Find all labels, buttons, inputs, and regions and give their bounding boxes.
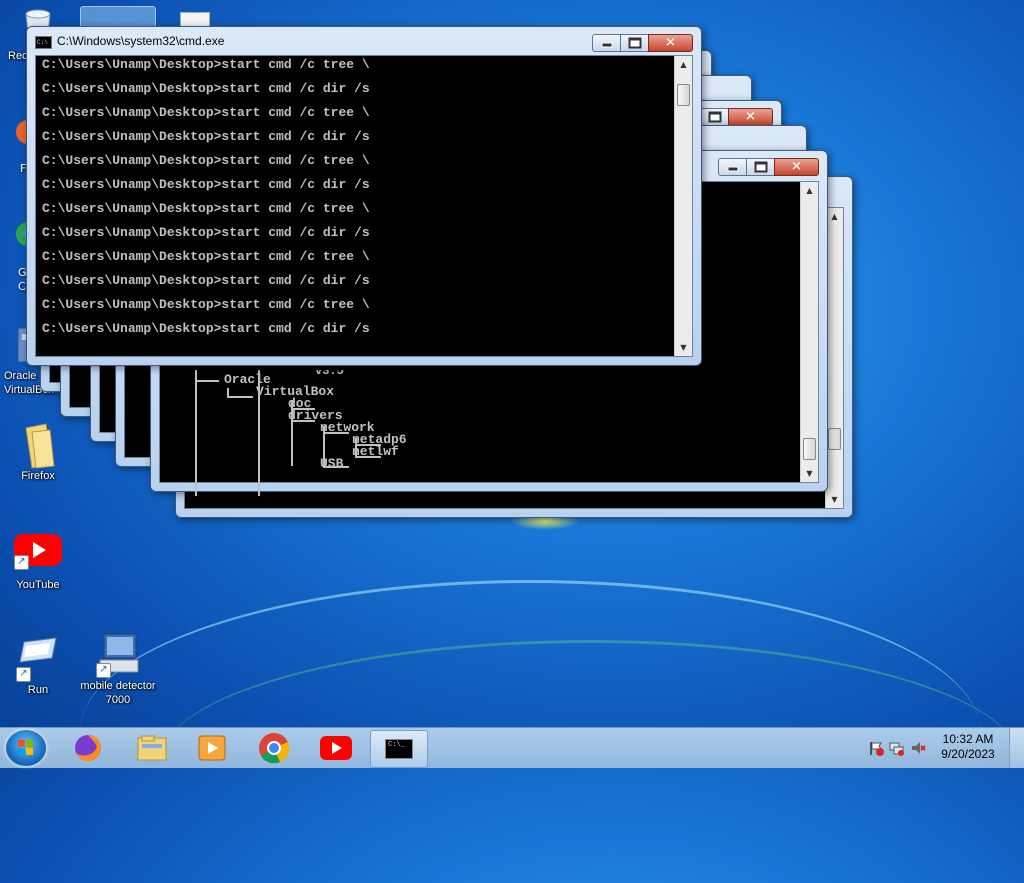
youtube-icon: ↗ — [14, 532, 62, 570]
minimize-button[interactable] — [592, 34, 621, 52]
console-line: C:\Users\Unamp\Desktop>start cmd /c dir … — [42, 273, 370, 288]
tree-item-netlwf: netlwf — [352, 444, 399, 459]
console-line: C:\Users\Unamp\Desktop>start cmd /c dir … — [42, 81, 370, 96]
console-line: C:\Users\Unamp\Desktop>start cmd /c dir … — [42, 177, 370, 192]
console-line: C:\Users\Unamp\Desktop>start cmd /c tree… — [42, 105, 370, 120]
mobile-detector-icon: ↗ — [96, 632, 140, 678]
taskbar-firefox[interactable] — [60, 730, 116, 766]
scrollbar[interactable]: ▲ ▼ — [800, 182, 818, 482]
console-line: C:\Users\Unamp\Desktop>start cmd /c tree… — [42, 57, 370, 72]
taskbar-youtube[interactable] — [308, 730, 364, 766]
window-controls: ✕ — [718, 158, 819, 176]
media-player-icon — [198, 735, 226, 761]
scroll-up-arrow-icon[interactable]: ▲ — [675, 56, 692, 73]
desktop-icon-firefox-folder[interactable]: Firefox — [0, 422, 76, 483]
scrollbar-thumb[interactable] — [677, 84, 690, 106]
folder-icon — [137, 735, 167, 761]
clock[interactable]: 10:32 AM 9/20/2023 — [938, 732, 998, 762]
console-area[interactable]: ▲ ▼ C:\Users\Unamp\Desktop>start cmd /c … — [35, 55, 693, 357]
chrome-icon — [259, 733, 290, 764]
desktop-icon-label: YouTube — [16, 579, 60, 591]
speaker-icon[interactable] — [910, 740, 926, 756]
desktop-icon-label: Firefox — [21, 470, 55, 482]
console-line: C:\Users\Unamp\Desktop>start cmd /c tree… — [42, 297, 370, 312]
console-line: C:\Users\Unamp\Desktop>start cmd /c tree… — [42, 201, 370, 216]
scroll-up-arrow-icon[interactable]: ▲ — [826, 208, 843, 225]
desktop-icon-label: mobile detector 7000 — [80, 680, 156, 706]
desktop-icon-mobile-detector[interactable]: ↗ mobile detector 7000 — [78, 632, 158, 707]
scroll-down-arrow-icon[interactable]: ▼ — [801, 465, 818, 482]
close-button[interactable]: ✕ — [728, 108, 773, 126]
console-line: C:\Users\Unamp\Desktop>start cmd /c dir … — [42, 321, 370, 336]
window-controls: ✕ — [592, 34, 693, 52]
taskbar-chrome[interactable] — [246, 730, 302, 766]
windows-flag-icon — [18, 740, 34, 756]
maximize-button[interactable] — [746, 158, 775, 176]
scroll-up-arrow-icon[interactable]: ▲ — [801, 182, 818, 199]
scroll-down-arrow-icon[interactable]: ▼ — [826, 491, 843, 508]
scrollbar-thumb[interactable] — [803, 438, 816, 460]
taskbar: C:\_ 10:32 AM 9/20/2023 — [0, 727, 1024, 768]
taskbar-explorer[interactable] — [124, 730, 180, 766]
system-tray: 10:32 AM 9/20/2023 — [864, 728, 1024, 768]
console-line: C:\Users\Unamp\Desktop>start cmd /c dir … — [42, 225, 370, 240]
scrollbar[interactable]: ▲ ▼ — [674, 56, 692, 356]
cmd-icon: C:\_ — [385, 739, 413, 759]
youtube-icon — [320, 736, 352, 760]
taskbar-cmd[interactable]: C:\_ — [370, 730, 428, 768]
action-center-flag-icon[interactable] — [868, 740, 884, 756]
cmd-icon: C:\ — [35, 36, 52, 49]
clock-date: 9/20/2023 — [941, 747, 995, 761]
close-button[interactable]: ✕ — [774, 158, 819, 176]
tree-item-partial: v3.5 — [315, 364, 344, 378]
desktop-icon-label: Run — [27, 684, 49, 696]
firefox-icon — [75, 735, 101, 761]
shortcut-arrow-icon: ↗ — [16, 667, 31, 682]
maximize-button[interactable] — [620, 34, 649, 52]
console-line: C:\Users\Unamp\Desktop>start cmd /c dir … — [42, 129, 370, 144]
show-desktop-button[interactable] — [1009, 728, 1024, 768]
close-button[interactable]: ✕ — [648, 34, 693, 52]
start-button[interactable] — [6, 730, 46, 766]
console-line: C:\Users\Unamp\Desktop>start cmd /c tree… — [42, 249, 370, 264]
clock-time: 10:32 AM — [942, 732, 994, 746]
minimize-button[interactable] — [718, 158, 747, 176]
run-icon: ↗ — [16, 636, 60, 682]
desktop-icon-youtube[interactable]: ↗ YouTube — [0, 532, 76, 592]
scroll-down-arrow-icon[interactable]: ▼ — [675, 339, 692, 356]
title-bar[interactable]: C:\ C:\Windows\system32\cmd.exe ✕ — [27, 27, 701, 55]
maximize-button[interactable] — [700, 108, 729, 126]
folder-icon — [16, 422, 60, 469]
window-title: C:\Windows\system32\cmd.exe — [57, 34, 225, 48]
desktop-icon-run[interactable]: ↗ Run — [0, 636, 76, 697]
shortcut-arrow-icon: ↗ — [96, 663, 111, 678]
tree-item-usb: USB — [320, 456, 344, 471]
console-line: C:\Users\Unamp\Desktop>start cmd /c tree… — [42, 153, 370, 168]
scrollbar-thumb[interactable] — [828, 428, 841, 450]
network-icon[interactable] — [888, 740, 904, 756]
partial-label: C — [18, 280, 26, 293]
shortcut-arrow-icon: ↗ — [14, 555, 29, 570]
taskbar-media-player[interactable] — [184, 730, 240, 766]
cmd-window-front[interactable]: C:\ C:\Windows\system32\cmd.exe ✕ ▲ ▼ C:… — [26, 26, 702, 366]
